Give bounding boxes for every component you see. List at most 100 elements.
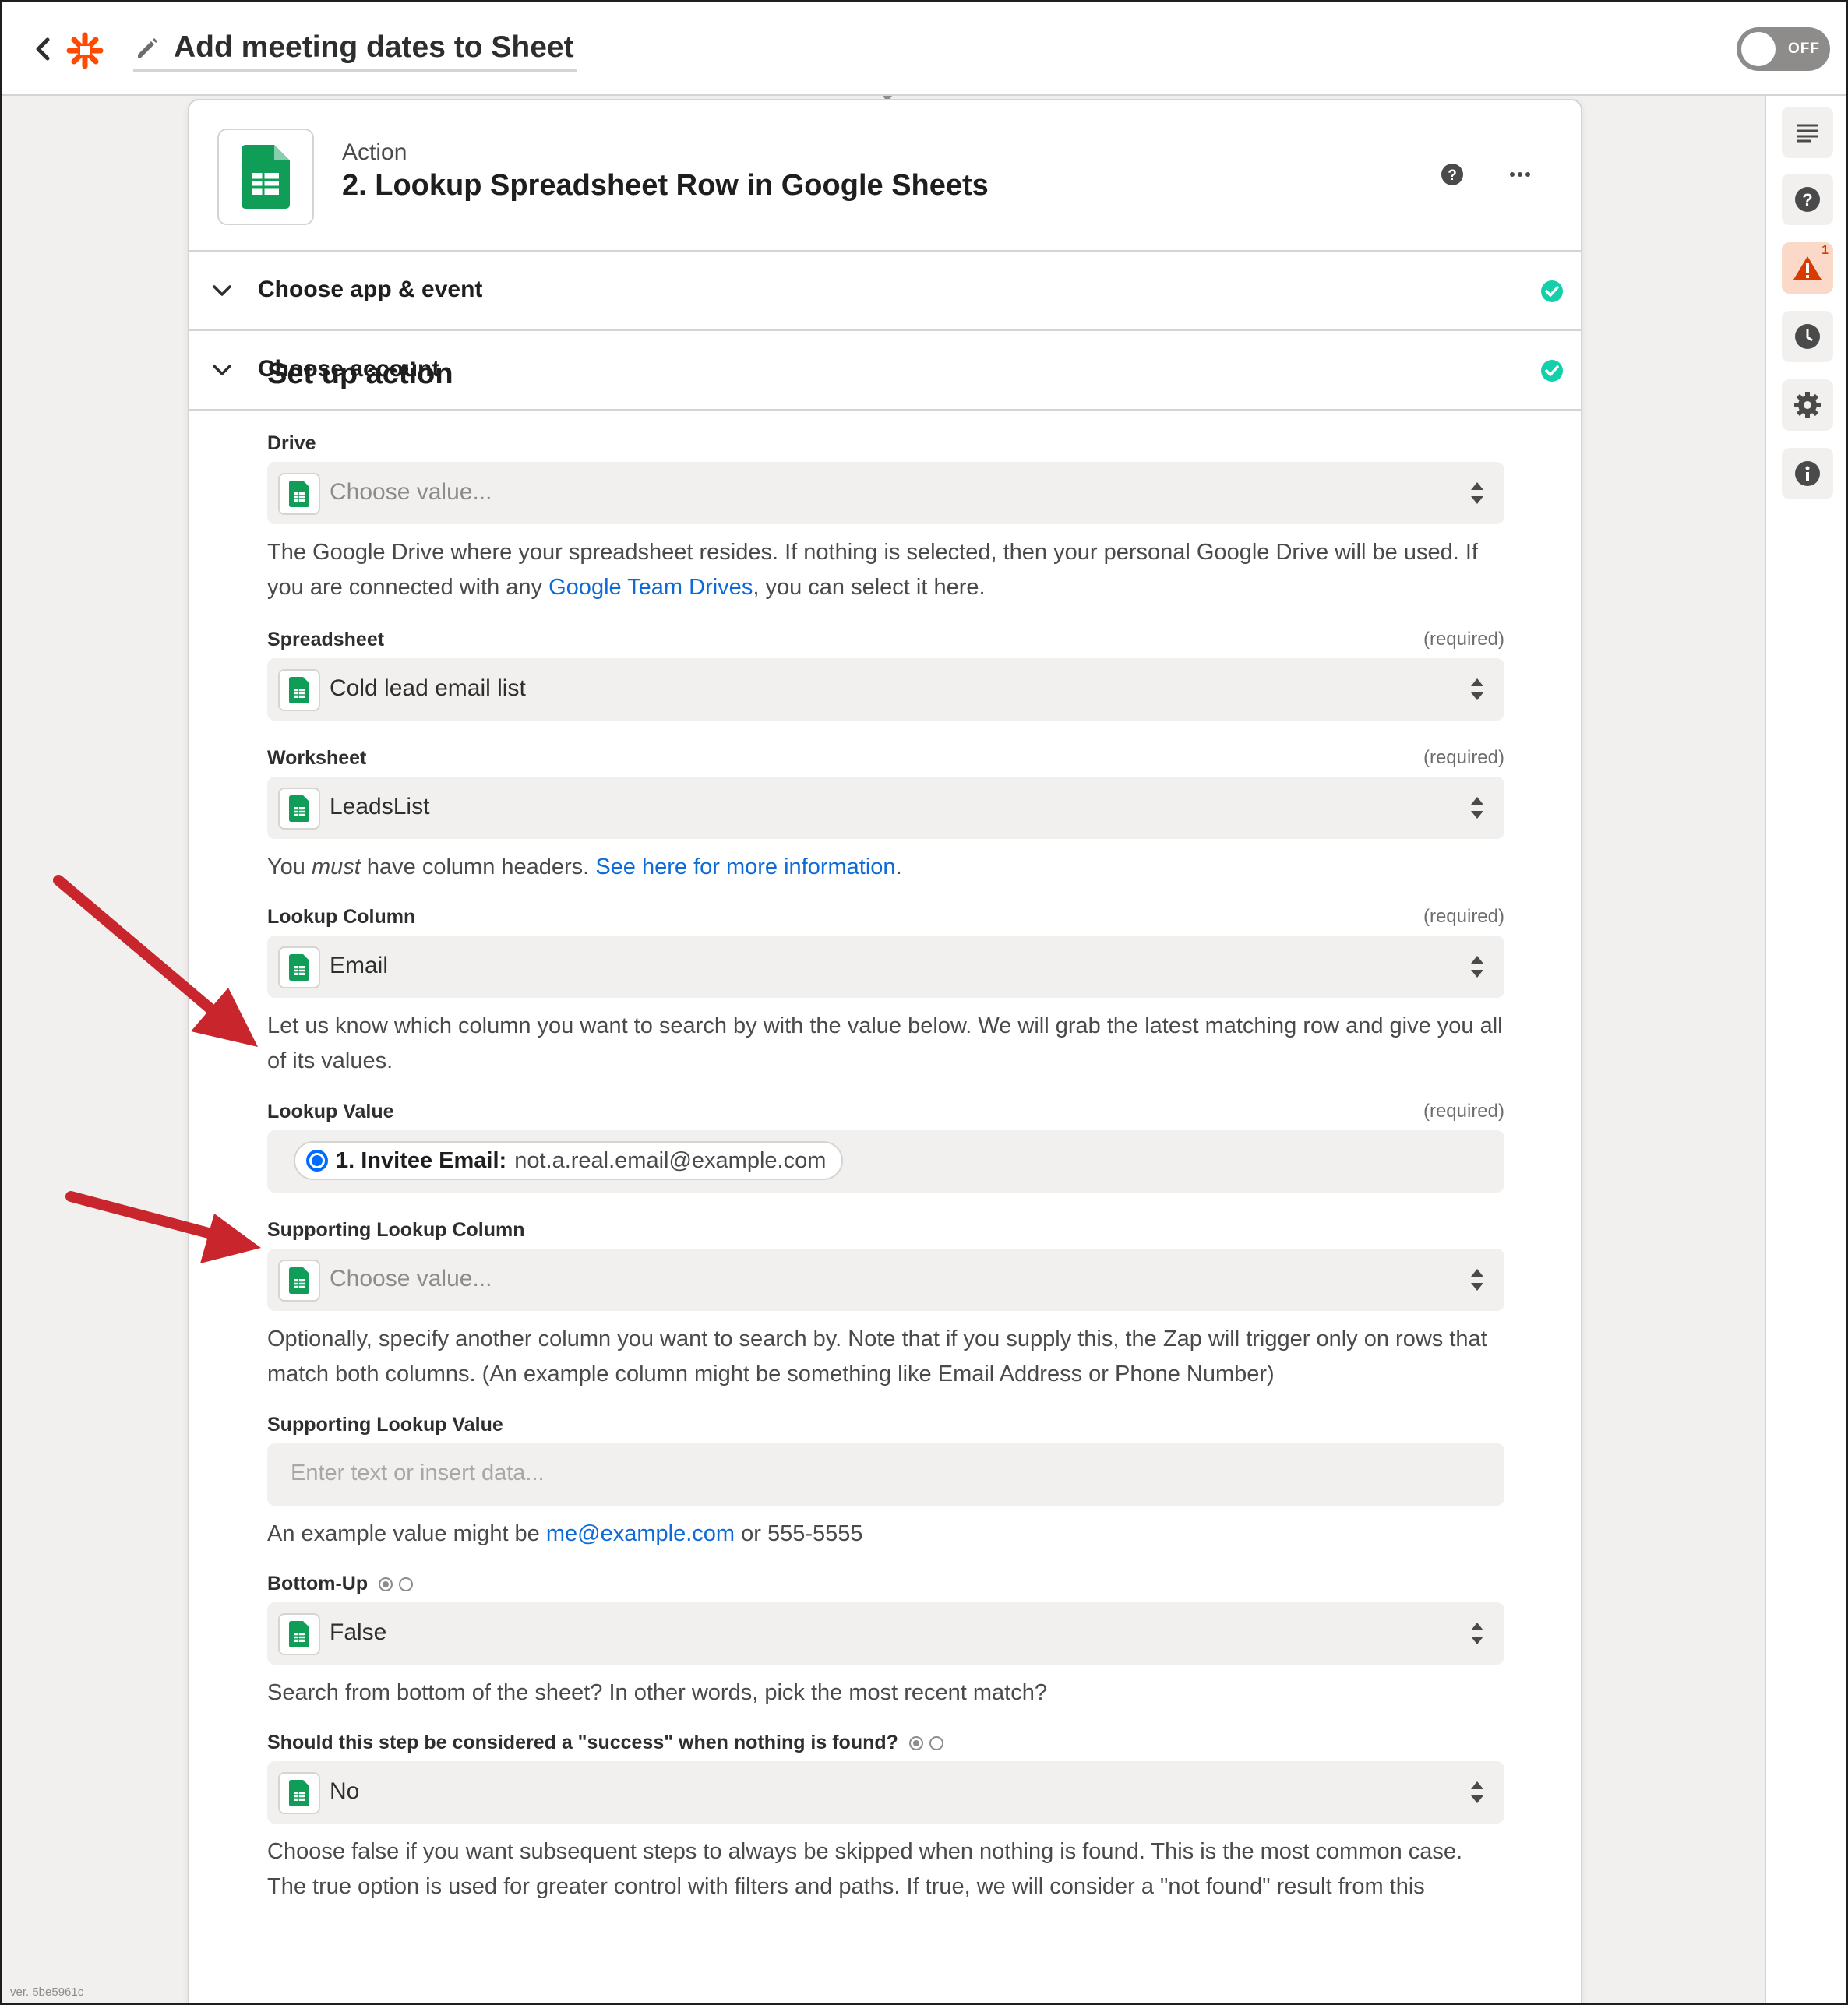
lookup-value-label: Lookup Value [267,1101,394,1122]
worksheet-help-text: You must have column headers. See here f… [267,850,1514,885]
select-arrows-icon [1471,1269,1483,1291]
app-window: Add meeting dates to Sheet OFF ? 1 Actio… [0,0,1848,2005]
supporting-column-help-text: Optionally, specify another column you w… [267,1327,1487,1387]
step-header: Action 2. Lookup Spreadsheet Row in Goog… [189,100,1581,252]
select-arrows-icon [1471,956,1483,978]
select-arrows-icon [1471,1781,1483,1803]
version-label: ver. 5be5961c [10,1986,84,1999]
worksheet-help-part: You [267,855,312,879]
google-sheets-app-icon [217,129,314,225]
bottom-up-label-row: Bottom-Up [267,1573,414,1595]
required-tag: (required) [1423,1101,1504,1122]
success-not-found-label-row: Should this step be considered a "succes… [267,1732,943,1754]
select-arrows-icon [1471,482,1483,504]
drive-select[interactable]: Choose value... [267,462,1504,524]
spreadsheet-select[interactable]: Cold lead email list [267,658,1504,721]
pill-field-name: 1. Invitee Email: [336,1147,507,1173]
worksheet-help-part: have column headers. [360,855,596,879]
example-email-link[interactable]: me@example.com [546,1521,735,1546]
sidebar-outline-button[interactable] [1782,107,1833,158]
spreadsheet-value: Cold lead email list [330,675,526,701]
more-information-link[interactable]: See here for more information [595,855,895,879]
mapped-field-pill[interactable]: 1. Invitee Email: not.a.real.email@examp… [294,1141,844,1180]
required-tag: (required) [1423,906,1504,927]
lookup-column-select[interactable]: Email [267,936,1504,998]
chevron-down-icon [213,365,231,375]
drive-help-part: , you can select it here. [753,575,986,600]
more-options-icon[interactable] [1504,163,1536,186]
lookup-column-value: Email [330,953,389,978]
warning-icon [1793,256,1822,280]
right-sidebar: ? 1 [1765,96,1846,2003]
pill-field-value: not.a.real.email@example.com [514,1147,827,1173]
success-not-found-help-line-1: Choose false if you want subsequent step… [267,1839,1463,1864]
annotation-arrow-lookup-value [65,1191,261,1263]
select-arrows-icon [1471,1623,1483,1644]
supporting-value-input[interactable]: Enter text or insert data... [267,1443,1504,1506]
sidebar-help-button[interactable]: ? [1782,174,1833,225]
sidebar-settings-button[interactable] [1782,379,1833,431]
lookup-column-label: Lookup Column [267,906,416,928]
google-sheets-icon [278,1613,320,1655]
pencil-icon [138,38,157,58]
success-not-found-select[interactable]: No [267,1761,1504,1824]
step-title: 2. Lookup Spreadsheet Row in Google Shee… [342,169,989,202]
step-editor-card: Action 2. Lookup Spreadsheet Row in Goog… [188,99,1582,2003]
supporting-column-placeholder: Choose value... [330,1266,492,1291]
supporting-value-help-text: An example value might be me@example.com… [267,1517,1514,1552]
info-icon [1795,461,1820,486]
help-icon: ? [1795,187,1820,212]
svg-text:?: ? [1448,167,1457,184]
top-bar: Add meeting dates to Sheet OFF [2,2,1846,96]
gear-icon [1794,392,1821,418]
worksheet-help-part: . [895,855,902,879]
spreadsheet-label: Spreadsheet [267,629,385,650]
success-not-found-label: Should this step be considered a "succes… [267,1732,898,1753]
lookup-value-input[interactable]: 1. Invitee Email: not.a.real.email@examp… [267,1130,1504,1193]
svg-text:?: ? [1802,190,1812,210]
section-label: Choose app & event [258,277,483,302]
check-circle-icon [1541,360,1563,382]
worksheet-help-emphasis: must [312,855,361,879]
zap-on-off-toggle[interactable]: OFF [1737,27,1830,71]
step-help-icon[interactable]: ? [1441,163,1464,186]
step-kind: Action [342,139,407,165]
check-circle-icon [1541,280,1563,302]
google-sheets-icon [278,1772,320,1814]
google-team-drives-link[interactable]: Google Team Drives [548,575,753,600]
section-choose-app-event[interactable]: Choose app & event [189,252,1581,331]
zap-title: Add meeting dates to Sheet [174,30,574,64]
annotation-arrow-lookup-column [53,875,258,1047]
drive-label: Drive [267,432,316,454]
zap-title-editor[interactable]: Add meeting dates to Sheet [133,26,577,72]
worksheet-value: LeadsList [330,794,430,819]
google-sheets-icon [278,1260,320,1302]
select-arrows-icon [1471,797,1483,819]
bottom-up-select[interactable]: False [267,1602,1504,1665]
sidebar-details-button[interactable] [1782,448,1833,499]
lookup-column-help-text: Let us know which column you want to sea… [267,1013,1503,1073]
google-sheets-icon [278,788,320,830]
sidebar-history-button[interactable] [1782,311,1833,362]
google-sheets-icon [278,946,320,988]
clock-icon [1795,324,1820,349]
supporting-column-select[interactable]: Choose value... [267,1249,1504,1311]
back-icon[interactable] [34,33,57,65]
zapier-logo-icon[interactable] [66,32,104,69]
setup-title: Set up action [267,358,453,390]
worksheet-select[interactable]: LeadsList [267,777,1504,839]
mode-toggle-icon[interactable] [379,1577,414,1592]
supporting-value-help-part: An example value might be [267,1521,546,1546]
sidebar-alerts-button[interactable]: 1 [1782,242,1833,294]
supporting-value-help-part: or 555-5555 [735,1521,863,1546]
bottom-up-value: False [330,1619,387,1645]
supporting-value-placeholder: Enter text or insert data... [291,1461,545,1485]
supporting-value-label: Supporting Lookup Value [267,1414,503,1436]
bottom-up-label: Bottom-Up [267,1573,369,1594]
drive-placeholder: Choose value... [330,479,492,505]
required-tag: (required) [1423,747,1504,768]
mode-toggle-icon[interactable] [908,1736,943,1751]
supporting-column-label: Supporting Lookup Column [267,1219,525,1241]
calendly-icon [306,1150,328,1172]
chevron-down-icon [213,285,231,296]
